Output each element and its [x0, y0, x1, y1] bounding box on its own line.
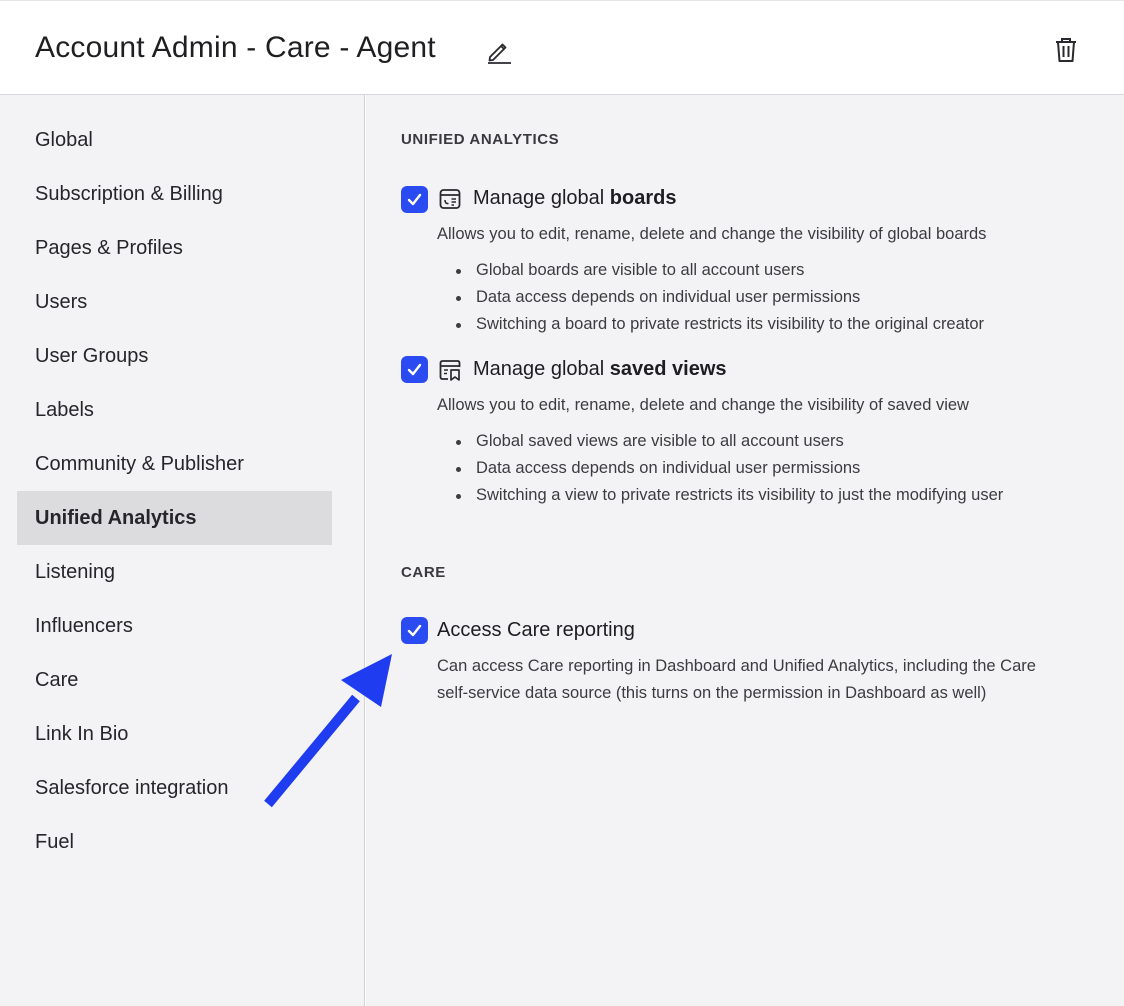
sidebar-item-fuel[interactable]: Fuel — [17, 815, 332, 869]
settings-sidebar: Global Subscription & Billing Pages & Pr… — [0, 95, 365, 1006]
manage-global-boards-description: Allows you to edit, rename, delete and c… — [437, 225, 987, 243]
page-title: Account Admin - Care - Agent — [35, 31, 436, 64]
sidebar-item-labels[interactable]: Labels — [17, 383, 332, 437]
manage-global-saved-views-checkbox[interactable] — [401, 356, 428, 383]
sidebar-item-link-in-bio[interactable]: Link In Bio — [17, 707, 332, 761]
list-item: Data access depends on individual user p… — [454, 455, 1003, 482]
sidebar-item-pages-profiles[interactable]: Pages & Profiles — [17, 221, 332, 275]
manage-global-boards-title: Manage global boards — [473, 187, 676, 210]
list-item: Switching a view to private restricts it… — [454, 482, 1003, 509]
manage-global-boards-checkbox[interactable] — [401, 186, 428, 213]
list-item: Data access depends on individual user p… — [454, 284, 984, 311]
sidebar-item-global[interactable]: Global — [17, 113, 332, 167]
manage-global-saved-views-title-prefix: Manage global — [473, 358, 610, 380]
sidebar-item-influencers[interactable]: Influencers — [17, 599, 332, 653]
manage-global-saved-views-bullets: Global saved views are visible to all ac… — [454, 428, 1003, 509]
access-care-reporting-description: Can access Care reporting in Dashboard a… — [437, 653, 1036, 707]
sidebar-item-user-groups[interactable]: User Groups — [17, 329, 332, 383]
list-item: Switching a board to private restricts i… — [454, 311, 984, 338]
manage-global-saved-views-description: Allows you to edit, rename, delete and c… — [437, 396, 969, 414]
page-header: Account Admin - Care - Agent — [0, 0, 1124, 95]
sidebar-item-care[interactable]: Care — [17, 653, 332, 707]
trash-icon[interactable] — [1053, 36, 1079, 64]
permissions-panel: UNIFIED ANALYTICS Manage global boards A… — [366, 95, 1124, 1006]
checkmark-icon — [407, 363, 422, 376]
manage-global-saved-views-title: Manage global saved views — [473, 358, 727, 381]
manage-global-boards-title-prefix: Manage global — [473, 187, 610, 209]
sidebar-item-community-publisher[interactable]: Community & Publisher — [17, 437, 332, 491]
section-title-care: CARE — [401, 564, 446, 581]
list-item: Global saved views are visible to all ac… — [454, 428, 1003, 455]
saved-view-icon — [439, 360, 461, 381]
board-icon — [439, 189, 461, 209]
section-title-unified-analytics: UNIFIED ANALYTICS — [401, 131, 560, 148]
access-care-reporting-description-line2: self-service data source (this turns on … — [437, 684, 987, 702]
checkmark-icon — [407, 193, 422, 206]
access-care-reporting-title: Access Care reporting — [437, 619, 635, 641]
sidebar-item-subscription-billing[interactable]: Subscription & Billing — [17, 167, 332, 221]
sidebar-item-users[interactable]: Users — [17, 275, 332, 329]
pencil-edit-icon[interactable] — [486, 38, 512, 64]
manage-global-saved-views-title-bold: saved views — [609, 358, 727, 380]
access-care-reporting-checkbox[interactable] — [401, 617, 428, 644]
manage-global-boards-bullets: Global boards are visible to all account… — [454, 257, 984, 338]
checkmark-icon — [407, 624, 422, 637]
list-item: Global boards are visible to all account… — [454, 257, 984, 284]
sidebar-item-salesforce-integration[interactable]: Salesforce integration — [17, 761, 332, 815]
sidebar-item-listening[interactable]: Listening — [17, 545, 332, 599]
sidebar-item-unified-analytics[interactable]: Unified Analytics — [17, 491, 332, 545]
manage-global-boards-title-bold: boards — [609, 187, 677, 209]
access-care-reporting-description-line1: Can access Care reporting in Dashboard a… — [437, 657, 1036, 675]
